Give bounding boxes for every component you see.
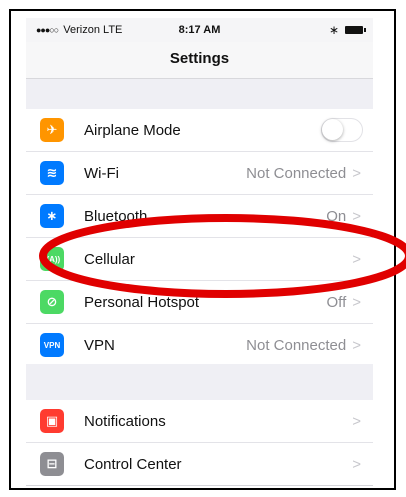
control-center-icon: ⊟ bbox=[40, 452, 64, 476]
chevron-right-icon: > bbox=[352, 412, 361, 430]
settings-row-value: On bbox=[326, 207, 347, 225]
system-settings-group: ▣ Notifications > ⊟ Control Center > bbox=[26, 400, 373, 486]
bluetooth-status-icon: ∗ bbox=[328, 23, 339, 37]
settings-row-label: Bluetooth bbox=[84, 207, 148, 225]
chevron-right-icon: > bbox=[352, 455, 361, 473]
settings-row-bluetooth[interactable]: ∗ Bluetooth On > bbox=[26, 195, 373, 238]
vpn-icon: VPN bbox=[40, 333, 64, 357]
connectivity-settings-group: ✈ Airplane Mode ≋ Wi-Fi Not Connected > ∗ Bluet… bbox=[26, 109, 373, 367]
hotspot-icon: ⊘ bbox=[40, 290, 64, 314]
section-spacer bbox=[26, 79, 373, 110]
chevron-right-icon: > bbox=[352, 207, 361, 225]
settings-row-label: Personal Hotspot bbox=[84, 293, 200, 311]
chevron-right-icon: > bbox=[352, 250, 361, 268]
battery-icon bbox=[345, 26, 366, 34]
settings-row-personal-hotspot[interactable]: ⊘ Personal Hotspot Off > bbox=[26, 281, 373, 324]
status-time: 8:17 AM bbox=[178, 24, 221, 36]
settings-row-label: Wi-Fi bbox=[84, 164, 119, 182]
settings-row-label: Control Center bbox=[84, 455, 182, 473]
settings-row-label: Notifications bbox=[84, 412, 166, 430]
settings-row-value: Off bbox=[326, 293, 347, 311]
toggle-knob bbox=[322, 119, 343, 140]
settings-row-airplane-mode[interactable]: ✈ Airplane Mode bbox=[26, 109, 373, 152]
wifi-icon: ≋ bbox=[40, 161, 64, 185]
chevron-right-icon: > bbox=[352, 293, 361, 311]
settings-row-label: Cellular bbox=[84, 250, 135, 268]
settings-row-control-center[interactable]: ⊟ Control Center > bbox=[26, 443, 373, 486]
navigation-bar: Settings bbox=[26, 42, 373, 79]
notifications-icon: ▣ bbox=[40, 409, 64, 433]
settings-row-wi-fi[interactable]: ≋ Wi-Fi Not Connected > bbox=[26, 152, 373, 195]
page-title: Settings bbox=[169, 50, 230, 67]
settings-row-cellular[interactable]: ((A)) Cellular > bbox=[26, 238, 373, 281]
settings-row-notifications[interactable]: ▣ Notifications > bbox=[26, 400, 373, 443]
settings-row-label: VPN bbox=[84, 336, 115, 354]
chevron-right-icon: > bbox=[352, 336, 361, 354]
settings-row-value: Not Connected bbox=[246, 164, 347, 182]
airplane-mode-toggle[interactable] bbox=[321, 118, 363, 142]
section-spacer bbox=[26, 364, 373, 401]
cellular-icon: ((A)) bbox=[40, 247, 64, 271]
settings-row-label: Airplane Mode bbox=[84, 121, 181, 139]
phone-screen: ●●●○○ Verizon LTE 8:17 AM ∗ Settings ✈ Ai… bbox=[26, 18, 373, 486]
bluetooth-icon: ∗ bbox=[40, 204, 64, 228]
status-bar: ●●●○○ Verizon LTE 8:17 AM ∗ bbox=[26, 18, 373, 42]
settings-row-vpn[interactable]: VPN VPN Not Connected > bbox=[26, 324, 373, 367]
chevron-right-icon: > bbox=[352, 164, 361, 182]
airplane-icon: ✈ bbox=[40, 118, 64, 142]
status-right: ∗ bbox=[328, 23, 366, 37]
settings-row-value: Not Connected bbox=[246, 336, 347, 354]
